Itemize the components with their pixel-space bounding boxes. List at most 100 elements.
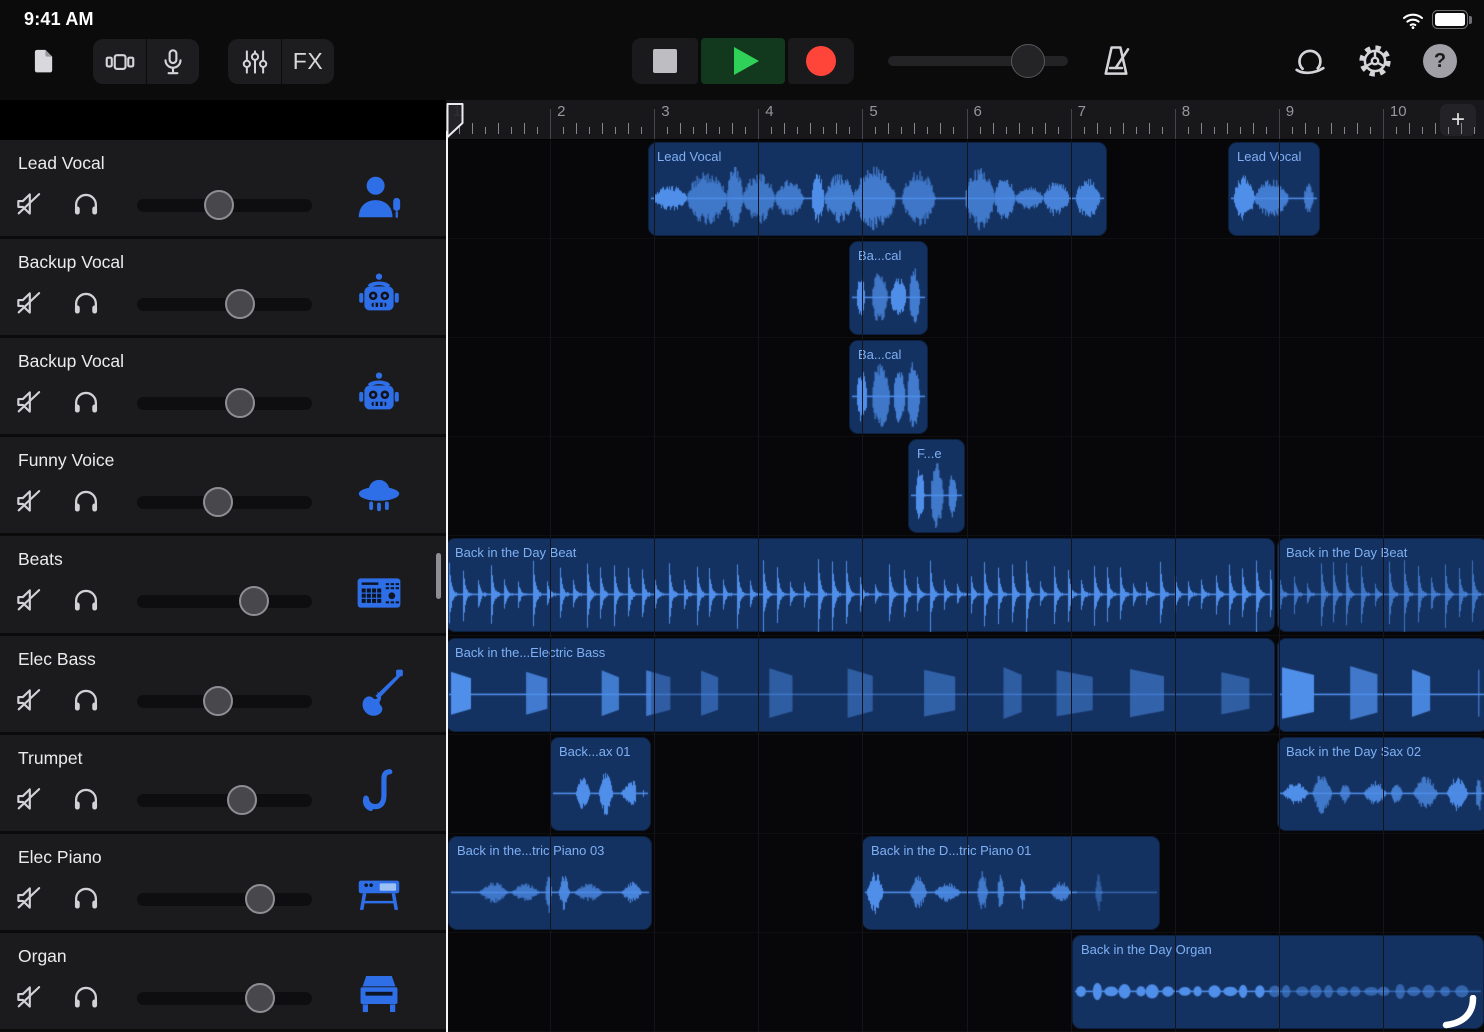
track-header[interactable]: Backup Vocal (0, 239, 446, 338)
electric-piano-icon[interactable] (352, 864, 406, 918)
track-volume-slider[interactable] (137, 884, 312, 914)
track-volume-slider[interactable] (137, 190, 312, 220)
ufo-icon[interactable] (352, 467, 406, 521)
track-header[interactable]: Lead Vocal (0, 140, 446, 239)
track-lane[interactable]: Ba...cal (446, 239, 1484, 338)
mute-button[interactable] (13, 882, 45, 914)
audio-region[interactable]: Back in the D...tric Piano 01 (862, 836, 1160, 930)
track-volume-slider[interactable] (137, 983, 312, 1013)
track-header[interactable]: Funny Voice (0, 437, 446, 536)
document-button[interactable] (30, 45, 58, 77)
audio-region[interactable]: Ba...cal (849, 340, 928, 434)
mute-button[interactable] (13, 287, 45, 319)
monitor-headphones-button[interactable] (70, 485, 102, 517)
instrument-record-button[interactable] (146, 39, 199, 84)
organ-icon[interactable] (352, 963, 406, 1017)
ruler-bar-tick (654, 109, 655, 139)
mute-button[interactable] (13, 783, 45, 815)
track-volume-slider[interactable] (137, 686, 312, 716)
track-lane[interactable]: Back...ax 01 Back in the Day Sax 02 (446, 735, 1484, 834)
track-lane[interactable]: F...e (446, 437, 1484, 536)
saxophone-icon[interactable] (352, 765, 406, 819)
track-lane[interactable]: Back in the Day Organ (446, 933, 1484, 1032)
timeline-ruler[interactable]: + 12345678910 (446, 100, 1484, 140)
play-button[interactable] (701, 38, 785, 84)
track-header[interactable]: Organ (0, 933, 446, 1032)
track-volume-slider[interactable] (137, 785, 312, 815)
track-lane[interactable]: Ba...cal (446, 338, 1484, 437)
mute-button[interactable] (13, 981, 45, 1013)
audio-region[interactable]: Back in the Day Beat (446, 538, 1275, 632)
track-volume-knob[interactable] (204, 190, 234, 220)
track-volume-knob[interactable] (203, 686, 233, 716)
tracks-view-button[interactable] (93, 39, 146, 84)
help-button[interactable]: ? (1423, 44, 1457, 78)
track-header[interactable]: Backup Vocal (0, 338, 446, 437)
record-button[interactable] (788, 38, 854, 84)
mute-button[interactable] (13, 188, 45, 220)
track-lane[interactable]: Back in the Day BeatBack in the Day Beat (446, 536, 1484, 635)
track-volume-knob[interactable] (245, 983, 275, 1013)
track-volume-knob[interactable] (227, 785, 257, 815)
track-lane[interactable]: Lead Vocal Lead Vocal (446, 140, 1484, 239)
monitor-headphones-button[interactable] (70, 188, 102, 220)
audio-region[interactable] (1277, 638, 1484, 732)
monitor-headphones-button[interactable] (70, 684, 102, 716)
robot-icon[interactable] (352, 368, 406, 422)
track-volume-slider[interactable] (137, 487, 312, 517)
track-volume-knob[interactable] (239, 586, 269, 616)
status-time: 9:41 AM (24, 9, 94, 30)
mute-button[interactable] (13, 684, 45, 716)
metronome-button[interactable] (1097, 42, 1135, 80)
audio-region[interactable]: Ba...cal (849, 241, 928, 335)
track-volume-knob[interactable] (225, 289, 255, 319)
track-volume-knob[interactable] (245, 884, 275, 914)
fx-button[interactable]: FX (281, 39, 334, 84)
track-volume-knob[interactable] (203, 487, 233, 517)
monitor-headphones-button[interactable] (70, 882, 102, 914)
settings-gear-button[interactable] (1356, 42, 1394, 80)
audio-region[interactable]: Lead Vocal (648, 142, 1107, 236)
playhead-line[interactable] (446, 131, 448, 1032)
track-panel-scrollbar[interactable] (436, 553, 441, 599)
track-header[interactable]: Trumpet (0, 735, 446, 834)
song-section-add-button[interactable]: + (1440, 104, 1476, 136)
singer-icon[interactable] (352, 170, 406, 224)
loop-browser-button[interactable] (1291, 42, 1329, 80)
loop-resize-handle[interactable] (1440, 995, 1478, 1029)
track-volume-knob[interactable] (225, 388, 255, 418)
stop-button[interactable] (632, 38, 698, 84)
monitor-headphones-button[interactable] (70, 584, 102, 616)
track-volume-slider[interactable] (137, 586, 312, 616)
monitor-headphones-button[interactable] (70, 287, 102, 319)
track-lane[interactable]: Back in the...tric Piano 03Back in the D… (446, 834, 1484, 933)
robot-icon[interactable] (352, 269, 406, 323)
track-lane[interactable]: Back in the...Electric Bass (446, 636, 1484, 735)
drum-machine-icon[interactable] (352, 566, 406, 620)
playhead-head[interactable] (446, 102, 468, 140)
track-header[interactable]: Beats (0, 536, 446, 635)
master-volume-slider[interactable] (888, 44, 1068, 78)
arrangement-timeline[interactable]: Lead VocalLead VocalBa...calBa...calF...… (446, 140, 1484, 1032)
track-header[interactable]: Elec Bass (0, 636, 446, 735)
ruler-tick (1357, 123, 1358, 134)
track-header[interactable]: Elec Piano (0, 834, 446, 933)
monitor-headphones-button[interactable] (70, 386, 102, 418)
audio-region[interactable]: F...e (908, 439, 965, 533)
audio-region[interactable]: Back...ax 01 (550, 737, 651, 831)
ruler-bar-tick (967, 109, 968, 139)
mixer-button[interactable] (228, 39, 281, 84)
master-volume-knob[interactable] (1011, 44, 1045, 78)
audio-region[interactable]: Lead Vocal (1228, 142, 1320, 236)
audio-region[interactable]: Back in the Day Beat (1277, 538, 1484, 632)
monitor-headphones-button[interactable] (70, 783, 102, 815)
audio-region[interactable]: Back in the Day Sax 02 (1277, 737, 1484, 831)
track-volume-slider[interactable] (137, 388, 312, 418)
bass-guitar-icon[interactable] (352, 666, 406, 720)
audio-region[interactable]: Back in the...Electric Bass (446, 638, 1275, 732)
mute-button[interactable] (13, 386, 45, 418)
mute-button[interactable] (13, 584, 45, 616)
track-volume-slider[interactable] (137, 289, 312, 319)
mute-button[interactable] (13, 485, 45, 517)
monitor-headphones-button[interactable] (70, 981, 102, 1013)
